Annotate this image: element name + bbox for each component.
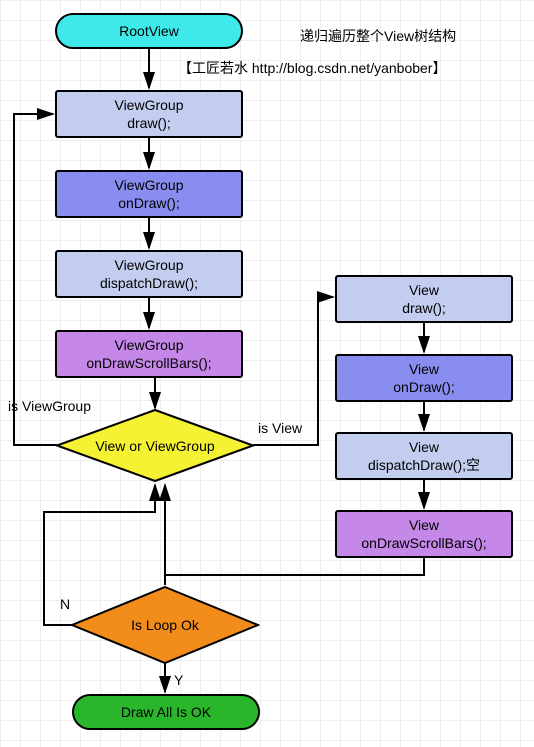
node-v-ondraw: View onDraw(); (335, 354, 513, 402)
decision-is-loop-ok: Is Loop Ok (70, 585, 260, 665)
title-main: 递归遍历整个View树结构 (300, 26, 456, 46)
decision1-label: View or ViewGroup (95, 438, 214, 454)
node-rootview: RootView (55, 13, 243, 49)
label-y: Y (174, 672, 183, 688)
label-is-view: is View (258, 420, 302, 436)
flowchart-canvas: 递归遍历整个View树结构 【工匠若水 http://blog.csdn.net… (0, 0, 534, 747)
node-v-dispatch: View dispatchDraw();空 (335, 432, 513, 480)
label-is-viewgroup: is ViewGroup (8, 398, 91, 414)
node-vg-dispatch: ViewGroup dispatchDraw(); (55, 250, 243, 298)
label-n: N (60, 596, 70, 612)
title-sub: 【工匠若水 http://blog.csdn.net/yanbober】 (178, 58, 446, 78)
decision-view-or-viewgroup: View or ViewGroup (55, 408, 255, 483)
decision2-label: Is Loop Ok (131, 617, 199, 633)
node-vg-draw: ViewGroup draw(); (55, 90, 243, 138)
node-v-scroll: View onDrawScrollBars(); (335, 510, 513, 558)
node-v-draw: View draw(); (335, 275, 513, 323)
node-vg-scroll: ViewGroup onDrawScrollBars(); (55, 330, 243, 378)
node-vg-ondraw: ViewGroup onDraw(); (55, 170, 243, 218)
node-final: Draw All Is OK (72, 694, 260, 730)
